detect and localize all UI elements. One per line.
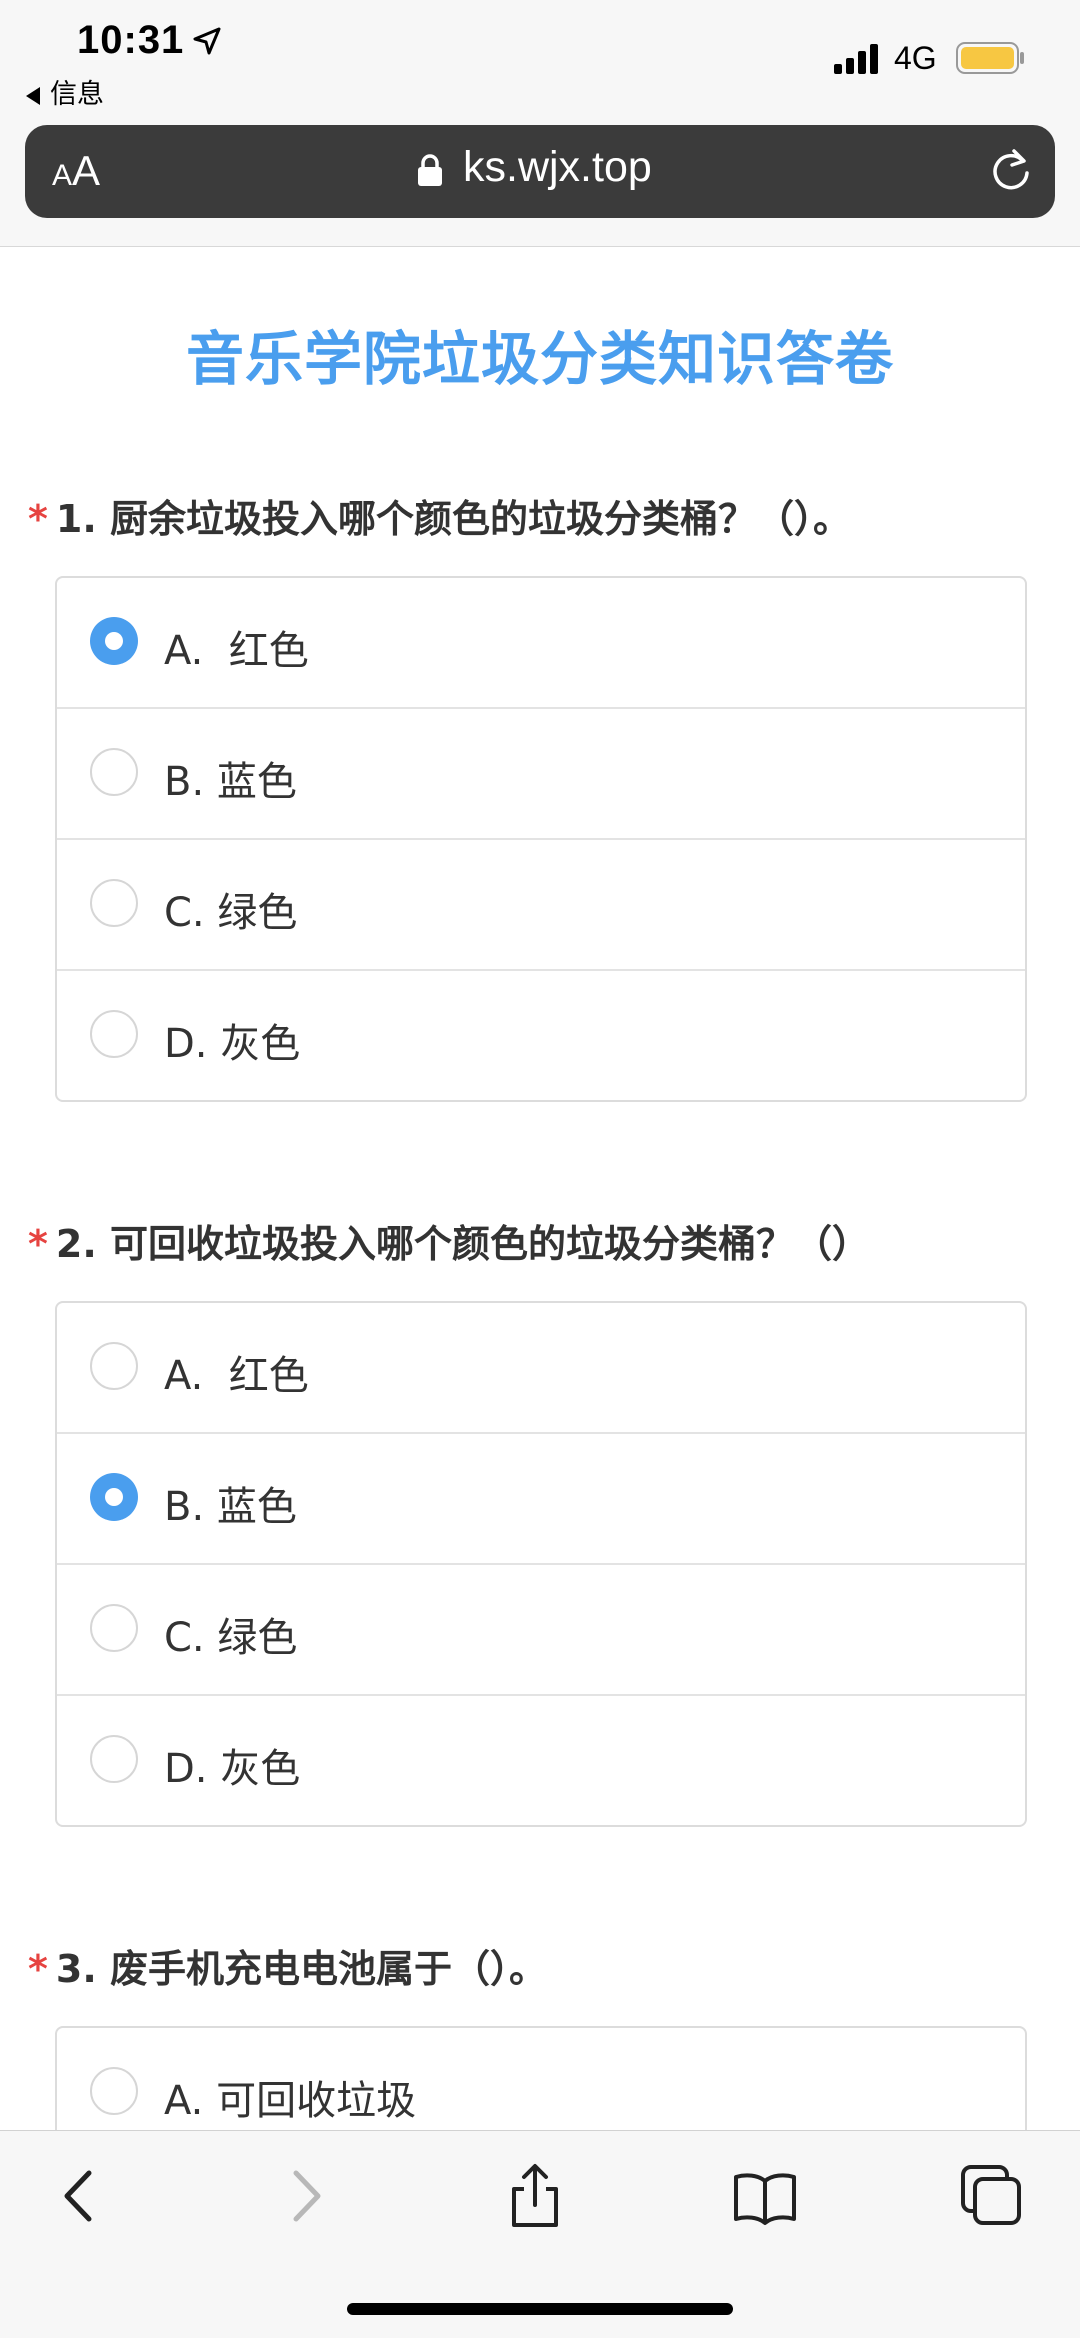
tabs-icon[interactable]: [957, 2161, 1027, 2231]
radio-button[interactable]: [90, 1735, 138, 1783]
browser-chrome: 10:31 信息 4G AA ks.wjx.top: [0, 0, 1080, 247]
radio-button[interactable]: [90, 2067, 138, 2115]
option-label: B. 蓝色: [164, 1484, 297, 1530]
required-mark: *: [28, 1947, 48, 1991]
lock-icon: [418, 154, 442, 186]
option-label: A. 红色: [164, 1353, 309, 1399]
option-row[interactable]: B. 蓝色: [57, 1434, 1025, 1565]
question-title: * 2. 可回收垃圾投入哪个颜色的垃圾分类桶？（）: [28, 1222, 870, 1266]
radio-button[interactable]: [90, 1010, 138, 1058]
option-row[interactable]: D. 灰色: [57, 971, 1025, 1100]
option-label: D. 灰色: [164, 1021, 301, 1067]
share-icon[interactable]: [500, 2161, 570, 2231]
home-indicator: [347, 2303, 733, 2315]
url-text[interactable]: ks.wjx.top: [463, 143, 652, 192]
back-app-label: 信息: [50, 79, 104, 110]
reload-icon[interactable]: [987, 147, 1035, 195]
radio-button[interactable]: [90, 1342, 138, 1390]
option-label: C. 绿色: [164, 1615, 298, 1661]
status-time: 10:31: [77, 18, 185, 62]
option-group: A. 红色 B. 蓝色 C. 绿色 D. 灰色: [55, 1301, 1027, 1827]
option-row[interactable]: C. 绿色: [57, 1565, 1025, 1696]
survey-title: 音乐学院垃圾分类知识答卷: [185, 325, 894, 393]
chevron-right-icon[interactable]: [270, 2161, 340, 2231]
signal-bars-icon: [834, 44, 878, 74]
option-label: B. 蓝色: [164, 759, 297, 805]
option-label: D. 灰色: [164, 1746, 301, 1792]
radio-button[interactable]: [90, 1604, 138, 1652]
option-group: A. 红色 B. 蓝色 C. 绿色 D. 灰色: [55, 576, 1027, 1102]
radio-button[interactable]: [90, 879, 138, 927]
option-row[interactable]: D. 灰色: [57, 1696, 1025, 1825]
radio-button[interactable]: [90, 748, 138, 796]
back-triangle-icon: [26, 86, 40, 105]
text-size-button[interactable]: AA: [52, 147, 100, 195]
chevron-left-icon[interactable]: [45, 2161, 115, 2231]
option-row[interactable]: A. 红色: [57, 578, 1025, 709]
question-title: * 3. 废手机充电电池属于（）。: [28, 1947, 547, 1991]
address-bar[interactable]: AA ks.wjx.top: [25, 125, 1055, 218]
radio-button-selected[interactable]: [90, 617, 138, 665]
option-row[interactable]: B. 蓝色: [57, 709, 1025, 840]
question-title: * 1. 厨余垃圾投入哪个颜色的垃圾分类桶？（）。: [28, 497, 851, 541]
required-mark: *: [28, 497, 48, 541]
book-icon[interactable]: [730, 2161, 800, 2231]
option-label: A. 可回收垃圾: [164, 2078, 417, 2124]
back-to-app-link[interactable]: 信息: [26, 72, 104, 111]
option-label: A. 红色: [164, 628, 309, 674]
radio-button-selected[interactable]: [90, 1473, 138, 1521]
option-row[interactable]: C. 绿色: [57, 840, 1025, 971]
option-row[interactable]: A. 红色: [57, 1303, 1025, 1434]
option-label: C. 绿色: [164, 890, 298, 936]
location-arrow-icon: [193, 27, 221, 55]
battery-icon: [956, 42, 1024, 74]
network-type: 4G: [894, 40, 937, 76]
required-mark: *: [28, 1222, 48, 1266]
